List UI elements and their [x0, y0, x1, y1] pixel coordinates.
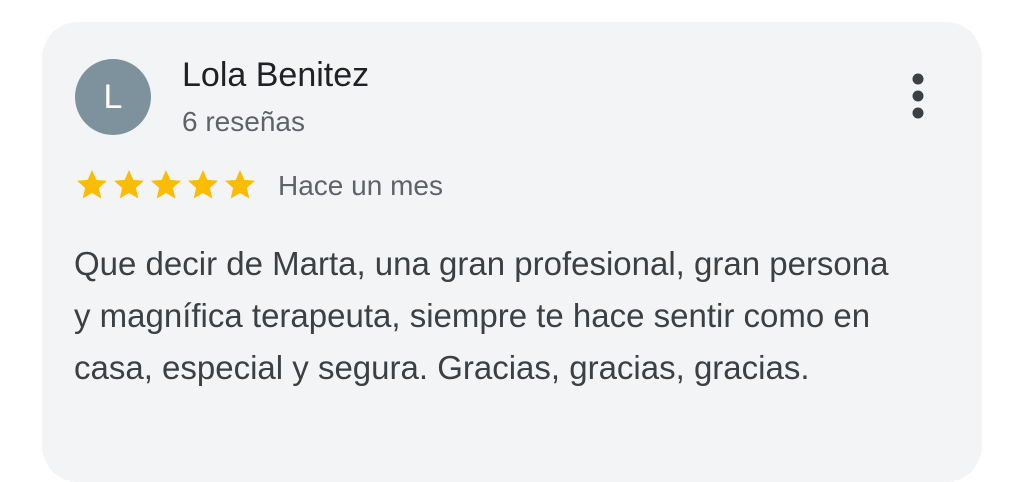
star-icon: [188, 170, 218, 199]
star-icon: [151, 170, 181, 199]
star-icon: [77, 170, 107, 199]
review-date: Hace un mes: [278, 170, 443, 201]
author-name[interactable]: Lola Benitez: [182, 56, 369, 95]
more-options-button[interactable]: [894, 66, 942, 126]
star-rating: [74, 167, 258, 203]
avatar[interactable]: L: [75, 59, 151, 135]
avatar-letter: L: [103, 78, 123, 116]
star-icon: [114, 170, 144, 199]
author-review-count[interactable]: 6 reseñas: [182, 106, 305, 138]
star-icon: [225, 170, 255, 199]
review-text: Que decir de Marta, una gran profesional…: [74, 245, 889, 386]
more-vertical-icon: [912, 73, 924, 119]
